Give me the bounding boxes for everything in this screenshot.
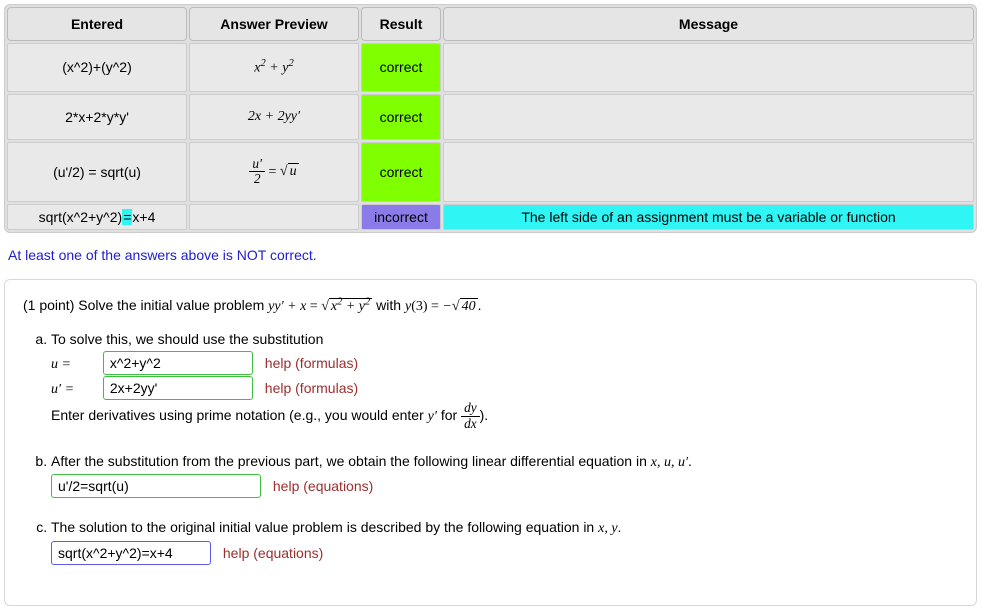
notice-incorrect: At least one of the answers above is NOT… (8, 247, 977, 263)
cell-preview: 2x + 2yy′ (189, 94, 359, 140)
cell-message (443, 142, 974, 202)
table-row: 2*x+2*y*y'2x + 2yy′correct (7, 94, 974, 140)
u-label: u = (51, 354, 99, 376)
input-b[interactable] (51, 474, 261, 498)
help-link-c[interactable]: help (equations) (223, 545, 323, 561)
cell-entered: (u'/2) = sqrt(u) (7, 142, 187, 202)
with-text: with (376, 297, 405, 313)
uprime-label: u′ = (51, 379, 99, 401)
period: . (478, 297, 482, 313)
table-row: (u'/2) = sqrt(u)u′2 = ucorrect (7, 142, 974, 202)
cell-preview: x2 + y2 (189, 43, 359, 92)
results-table: Entered Answer Preview Result Message (x… (4, 4, 977, 233)
cell-message (443, 94, 974, 140)
th-message: Message (443, 7, 974, 41)
problem-box: (1 point) Solve the initial value proble… (4, 279, 977, 606)
cell-result: correct (361, 43, 441, 92)
input-uprime[interactable] (103, 376, 253, 400)
help-link-b[interactable]: help (equations) (273, 478, 373, 494)
table-row: (x^2)+(y^2)x2 + y2correct (7, 43, 974, 92)
cell-result: correct (361, 94, 441, 140)
part-a: To solve this, we should use the substit… (51, 328, 958, 431)
deriv-hint: Enter derivatives using prime notation (… (51, 401, 958, 431)
help-link-a1[interactable]: help (formulas) (265, 355, 358, 371)
part-c-text: The solution to the original initial val… (51, 516, 958, 540)
problem-equation: yy′ + x = x2 + y2 (268, 299, 372, 314)
part-a-text: To solve this, we should use the substit… (51, 328, 958, 350)
cell-result: incorrect (361, 204, 441, 230)
cell-preview (189, 204, 359, 230)
th-entered: Entered (7, 7, 187, 41)
input-u[interactable] (103, 351, 253, 375)
problem-condition: y(3) = −40 (405, 299, 478, 314)
cell-entered: 2*x+2*y*y' (7, 94, 187, 140)
part-b: After the substitution from the previous… (51, 450, 958, 498)
part-b-text: After the substitution from the previous… (51, 450, 958, 474)
part-c: The solution to the original initial val… (51, 516, 958, 564)
th-preview: Answer Preview (189, 7, 359, 41)
results-tbody: (x^2)+(y^2)x2 + y2correct2*x+2*y*y'2x + … (7, 43, 974, 230)
problem-statement: (1 point) Solve the initial value proble… (23, 294, 958, 318)
cell-entered: (x^2)+(y^2) (7, 43, 187, 92)
help-link-a2[interactable]: help (formulas) (265, 380, 358, 396)
cell-message: The left side of an assignment must be a… (443, 204, 974, 230)
input-c[interactable] (51, 541, 211, 565)
cell-result: correct (361, 142, 441, 202)
cell-entered: sqrt(x^2+y^2)=x+4 (7, 204, 187, 230)
cell-message (443, 43, 974, 92)
table-row: sqrt(x^2+y^2)=x+4 incorrectThe left side … (7, 204, 974, 230)
point-label: (1 point) Solve the initial value proble… (23, 297, 268, 313)
cell-preview: u′2 = u (189, 142, 359, 202)
th-result: Result (361, 7, 441, 41)
